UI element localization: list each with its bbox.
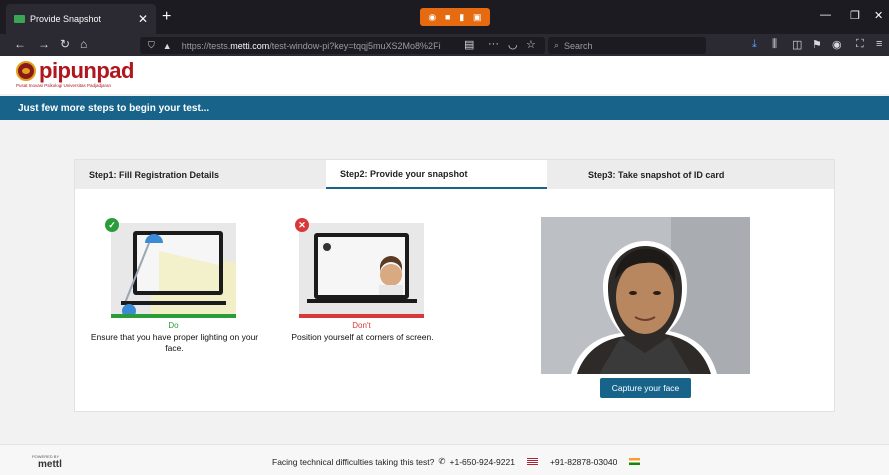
library-icon[interactable]: ⫼ (772, 38, 777, 51)
phone-icon: ✆ (438, 456, 446, 466)
tab-step2-label: Step2: Provide your snapshot (340, 168, 468, 179)
browser-nav-bar: ← → ↻ ⌂ ⛉ ▲ https://tests. metti.com/test… (0, 34, 889, 56)
do-illustration (111, 223, 236, 314)
back-icon[interactable]: ← (14, 37, 26, 51)
url-path: /test-window-pi?key=tqqj5muXS2Mo8%2Fi (269, 40, 441, 51)
dont-text: Position yourself at corners of screen. (291, 332, 434, 342)
microphone-icon: ▮ (459, 11, 465, 22)
tab-step1[interactable]: Step1: Fill Registration Details (75, 160, 325, 189)
search-bar[interactable]: ⌕ Search (548, 37, 706, 54)
browser-tab[interactable]: Provide Snapshot ✕ (6, 4, 156, 34)
screen-share-icon: ▣ (473, 11, 482, 22)
minimize-window-icon[interactable]: — (820, 9, 831, 21)
steps-banner: Just few more steps to begin your test..… (0, 96, 889, 120)
support-info: Facing technical difficulties taking thi… (272, 456, 641, 467)
do-text: Ensure that you have proper lighting on … (90, 332, 259, 353)
do-title: Do (168, 321, 179, 330)
help-text: Facing technical difficulties taking thi… (272, 456, 435, 467)
tab-step1-label: Step1: Fill Registration Details (89, 169, 220, 180)
close-window-icon[interactable]: ✕ (874, 9, 883, 22)
lock-icon: ▲ (162, 40, 172, 51)
step-tabs: Step1: Fill Registration Details Step2: … (75, 160, 834, 189)
tab-title: Provide Snapshot (30, 14, 102, 24)
phone-in[interactable]: +91-82878-03040 (550, 457, 617, 467)
capture-face-button[interactable]: Capture your face (600, 378, 691, 398)
us-flag-icon (526, 458, 538, 465)
tab-step3-label: Step3: Take snapshot of ID card (588, 169, 725, 180)
logo-emblem-icon (16, 61, 36, 81)
search-placeholder: Search (564, 40, 593, 51)
firefox-icon: ◉ (428, 11, 437, 22)
phone-us[interactable]: +1-650-924-9221 (450, 457, 515, 467)
page-footer: POWERED BY mettl Facing technical diffic… (0, 444, 889, 475)
camera-icon: ■ (445, 12, 451, 22)
dont-title: Don't (352, 321, 371, 330)
mettl-logo: mettl (38, 459, 62, 470)
site-logo[interactable]: pipunpad (16, 58, 134, 83)
screen-sharing-indicator[interactable]: ◉ ■ ▮ ▣ (420, 8, 490, 26)
shield-icon: ⛉ (148, 40, 155, 50)
url-prefix: https://tests. (181, 40, 231, 51)
page-actions-icon[interactable]: ··· (488, 38, 499, 50)
menu-icon[interactable]: ≡ (876, 38, 882, 50)
pocket-icon[interactable]: ◡ (508, 38, 518, 51)
sidebar-icon[interactable]: ◫ (792, 38, 802, 51)
site-favicon-icon (14, 15, 25, 23)
india-flag-icon (629, 458, 641, 465)
logo-subtitle: Pusat Inovasi Psikologi Universitas Padj… (16, 83, 112, 88)
extension-icon[interactable]: ◉ (832, 38, 842, 51)
forward-icon[interactable]: → (38, 37, 50, 51)
tab-step3[interactable]: Step3: Take snapshot of ID card (574, 160, 824, 189)
flag-icon[interactable]: ⚑ (812, 38, 822, 51)
new-tab-button[interactable]: + (162, 8, 171, 26)
check-icon: ✓ (105, 218, 119, 232)
close-icon: ✕ (295, 218, 309, 232)
close-tab-icon[interactable]: ✕ (138, 12, 148, 26)
reload-icon[interactable]: ↻ (60, 37, 70, 51)
search-icon: ⌕ (554, 40, 560, 50)
home-icon[interactable]: ⌂ (80, 37, 87, 51)
logo-text: pipunpad (39, 58, 134, 83)
browser-tab-strip: Provide Snapshot ✕ + ◉ ■ ▮ ▣ — ❐ ✕ (0, 0, 889, 34)
url-domain: metti.com (230, 40, 270, 51)
snapshot-card: Step1: Fill Registration Details Step2: … (74, 159, 835, 412)
url-bar[interactable]: ⛉ ▲ https://tests. metti.com/test-window-… (140, 37, 545, 54)
tab-step2[interactable]: Step2: Provide your snapshot (326, 160, 547, 189)
do-indicator-bar (111, 314, 236, 318)
bookmark-star-icon[interactable]: ☆ (526, 38, 536, 51)
reader-view-icon[interactable]: ▤ (464, 38, 474, 51)
downloads-icon[interactable]: ⤓ (752, 38, 757, 51)
restore-window-icon[interactable]: ❐ (850, 9, 860, 22)
site-header: pipunpad Pusat Inovasi Psikologi Univers… (0, 56, 889, 94)
dont-illustration (299, 223, 424, 314)
dont-indicator-bar (299, 314, 424, 318)
banner-text: Just few more steps to begin your test..… (18, 102, 210, 114)
gift-icon[interactable]: ⛶ (856, 38, 864, 51)
webcam-preview (541, 217, 750, 374)
